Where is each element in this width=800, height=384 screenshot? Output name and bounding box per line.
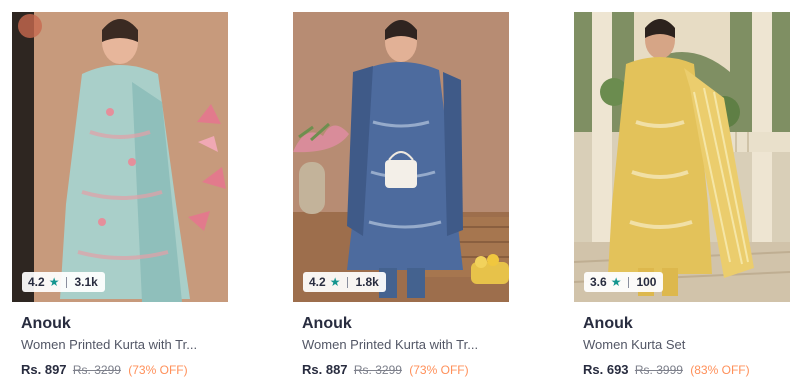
product-price: Rs. 693 Rs. 3999 (83% OFF) (583, 362, 750, 377)
product-brand[interactable]: Anouk (302, 315, 352, 333)
rating-count: 1.8k (355, 275, 379, 289)
product-brand[interactable]: Anouk (583, 315, 633, 333)
price-mrp: Rs. 3299 (353, 363, 402, 377)
product-title[interactable]: Women Kurta Set (583, 337, 788, 352)
product-card[interactable]: 4.2 ★ 1.8k Anouk Women Printed Kurta wit… (293, 12, 509, 384)
product-image[interactable]: 3.6 ★ 100 (574, 12, 790, 302)
rating-value: 4.2 (309, 275, 326, 289)
price-mrp: Rs. 3299 (72, 363, 121, 377)
star-icon: ★ (48, 275, 60, 289)
product-grid: 4.2 ★ 3.1k Anouk Women Printed Kurta wit… (0, 0, 800, 384)
product-brand[interactable]: Anouk (21, 315, 71, 333)
rating-count: 100 (636, 275, 657, 289)
star-icon: ★ (610, 275, 622, 289)
product-photo (12, 12, 228, 302)
rating-badge: 3.6 ★ 100 (584, 272, 664, 292)
price-current: Rs. 887 (302, 362, 348, 377)
product-title[interactable]: Women Printed Kurta with Tr... (302, 337, 507, 352)
discount-label: (73% OFF) (128, 363, 188, 377)
product-price: Rs. 887 Rs. 3299 (73% OFF) (302, 362, 469, 377)
rating-divider (347, 276, 349, 288)
product-photo (574, 12, 790, 302)
product-price: Rs. 897 Rs. 3299 (73% OFF) (21, 362, 188, 377)
discount-label: (73% OFF) (409, 363, 469, 377)
rating-divider (66, 276, 68, 288)
rating-value: 3.6 (590, 275, 607, 289)
rating-badge: 4.2 ★ 3.1k (22, 272, 105, 292)
rating-value: 4.2 (28, 275, 45, 289)
product-image[interactable]: 4.2 ★ 1.8k (293, 12, 509, 302)
price-current: Rs. 693 (583, 362, 629, 377)
product-card[interactable]: 4.2 ★ 3.1k Anouk Women Printed Kurta wit… (12, 12, 228, 384)
product-photo (293, 12, 509, 302)
rating-divider (628, 276, 630, 288)
rating-count: 3.1k (74, 275, 98, 289)
discount-label: (83% OFF) (690, 363, 750, 377)
product-card[interactable]: 3.6 ★ 100 Anouk Women Kurta Set Rs. 693 … (574, 12, 790, 384)
price-mrp: Rs. 3999 (634, 363, 683, 377)
rating-badge: 4.2 ★ 1.8k (303, 272, 386, 292)
price-current: Rs. 897 (21, 362, 67, 377)
star-icon: ★ (329, 275, 341, 289)
product-image[interactable]: 4.2 ★ 3.1k (12, 12, 228, 302)
product-title[interactable]: Women Printed Kurta with Tr... (21, 337, 226, 352)
